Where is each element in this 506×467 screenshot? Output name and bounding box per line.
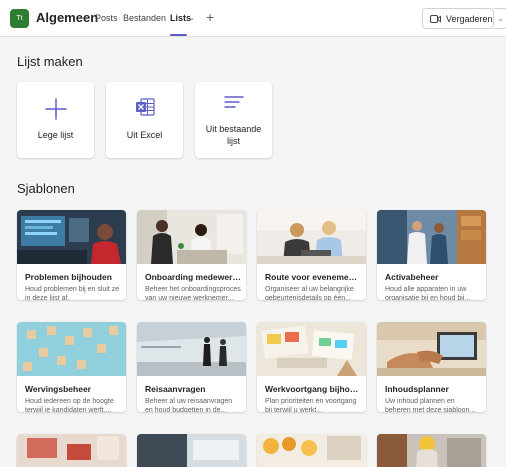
template-description: Houd iedereen op de hoogte terwijl je ka… xyxy=(25,398,114,412)
template-thumbnail xyxy=(377,434,486,467)
tab-posts[interactable]: Posts xyxy=(95,13,118,23)
active-tab-indicator xyxy=(170,34,187,36)
template-title: Route voor evenement... xyxy=(265,272,361,282)
template-description: Houd alle apparaten in uw organisatie bi… xyxy=(385,286,471,300)
template-description: Plan prioriteiten en voortgang bij terwi… xyxy=(265,398,357,412)
add-tab-icon[interactable]: + xyxy=(206,9,214,25)
template-card-event-itinerary[interactable]: Route voor evenement... Organiseer al uw… xyxy=(257,210,366,300)
channel-header: Tt Algemeen Posts Bestanden Lists ⌄ + Ve… xyxy=(0,0,506,37)
template-thumbnail xyxy=(137,210,246,264)
template-thumbnail xyxy=(377,322,486,376)
template-card-partial[interactable] xyxy=(377,434,486,467)
template-card-issue-tracker[interactable]: Problemen bijhouden Houd problemen bij e… xyxy=(17,210,126,300)
template-card-employee-onboarding[interactable]: Onboarding medewerk... Beheer het onboar… xyxy=(137,210,246,300)
template-card-partial[interactable] xyxy=(257,434,366,467)
channel-name: Algemeen xyxy=(36,10,99,25)
tab-lists[interactable]: Lists xyxy=(170,13,191,23)
template-description: Beheer al uw reisaanvragen en houd budge… xyxy=(145,398,233,412)
template-card-content-scheduler[interactable]: Inhoudsplanner Uw inhoud plannen en behe… xyxy=(377,322,486,412)
template-description: Uw inhoud plannen en beheren met deze sj… xyxy=(385,398,476,412)
excel-icon xyxy=(135,98,155,116)
from-existing-list-card[interactable]: Uit bestaande lijst xyxy=(195,82,272,158)
template-thumbnail xyxy=(17,434,126,467)
template-description: Organiseer al uw belangrijke gebeurtenis… xyxy=(265,286,354,300)
template-card-work-progress-tracker[interactable]: Werkvoortgang bijhou... Plan prioriteite… xyxy=(257,322,366,412)
template-title: Onboarding medewerk... xyxy=(145,272,241,282)
chevron-down-icon[interactable]: ⌄ xyxy=(189,14,195,22)
template-thumbnail xyxy=(17,322,126,376)
template-thumbnail xyxy=(137,434,246,467)
meet-button[interactable]: Vergaderen xyxy=(422,8,494,29)
template-title: Werkvoortgang bijhou... xyxy=(265,384,361,394)
template-thumbnail xyxy=(257,322,366,376)
template-title: Reisaanvragen xyxy=(145,384,206,394)
template-card-partial[interactable] xyxy=(137,434,246,467)
team-avatar[interactable]: Tt xyxy=(10,9,29,28)
template-card-travel-requests[interactable]: Reisaanvragen Beheer al uw reisaanvragen… xyxy=(137,322,246,412)
template-description: Houd problemen bij en sluit ze in deze l… xyxy=(25,286,120,300)
template-thumbnail xyxy=(257,434,366,467)
template-thumbnail xyxy=(257,210,366,264)
template-title: Activabeheer xyxy=(385,272,439,282)
plus-icon xyxy=(44,98,67,120)
blank-list-card[interactable]: Lege lijst xyxy=(17,82,94,158)
template-description: Beheer het onboardingsproces van uw nieu… xyxy=(145,286,241,300)
template-title: Inhoudsplanner xyxy=(385,384,449,394)
list-icon xyxy=(223,96,244,108)
from-excel-label: Uit Excel xyxy=(126,130,163,140)
template-card-recruitment-tracker[interactable]: Wervingsbeheer Houd iedereen op de hoogt… xyxy=(17,322,126,412)
blank-list-label: Lege lijst xyxy=(37,130,74,140)
meet-button-label: Vergaderen xyxy=(446,13,493,24)
template-thumbnail xyxy=(377,210,486,264)
from-excel-card[interactable]: Uit Excel xyxy=(106,82,183,158)
template-thumbnail xyxy=(17,210,126,264)
template-title: Wervingsbeheer xyxy=(25,384,91,394)
meet-dropdown-chevron-icon[interactable]: ⌄ xyxy=(494,8,506,29)
template-title: Problemen bijhouden xyxy=(25,272,112,282)
tab-files[interactable]: Bestanden xyxy=(123,13,166,23)
templates-heading: Sjablonen xyxy=(17,181,75,196)
template-thumbnail xyxy=(137,322,246,376)
from-existing-list-label: Uit bestaande lijst xyxy=(205,124,262,146)
template-card-asset-manager[interactable]: Activabeheer Houd alle apparaten in uw o… xyxy=(377,210,486,300)
template-card-partial[interactable] xyxy=(17,434,126,467)
create-list-heading: Lijst maken xyxy=(17,54,83,69)
video-camera-icon xyxy=(430,14,441,23)
